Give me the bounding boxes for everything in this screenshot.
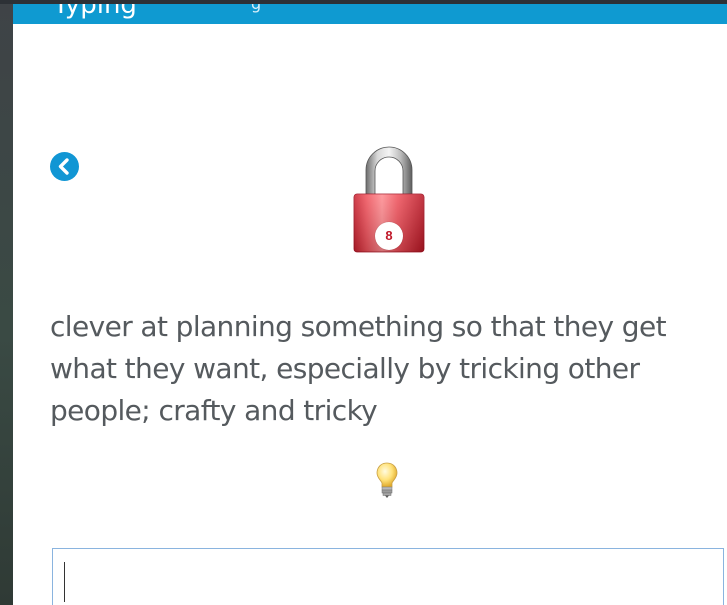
answer-input[interactable] — [52, 548, 724, 605]
hint-button[interactable] — [374, 460, 400, 500]
header-title: Typing — [53, 4, 137, 20]
definition-text: clever at planning something so that the… — [50, 310, 667, 427]
window-frame-left — [0, 0, 13, 605]
lightbulb-icon — [376, 462, 398, 498]
header-bar: Typing g — [13, 4, 727, 24]
back-button[interactable] — [50, 152, 79, 181]
header-subtitle: g — [251, 4, 261, 14]
main-content: 8 clever at planning something so that t… — [13, 24, 727, 605]
chevron-left-icon — [58, 158, 69, 175]
lock-number-badge: 8 — [375, 222, 403, 250]
text-caret — [64, 562, 65, 602]
padlock-icon: 8 — [352, 140, 426, 254]
